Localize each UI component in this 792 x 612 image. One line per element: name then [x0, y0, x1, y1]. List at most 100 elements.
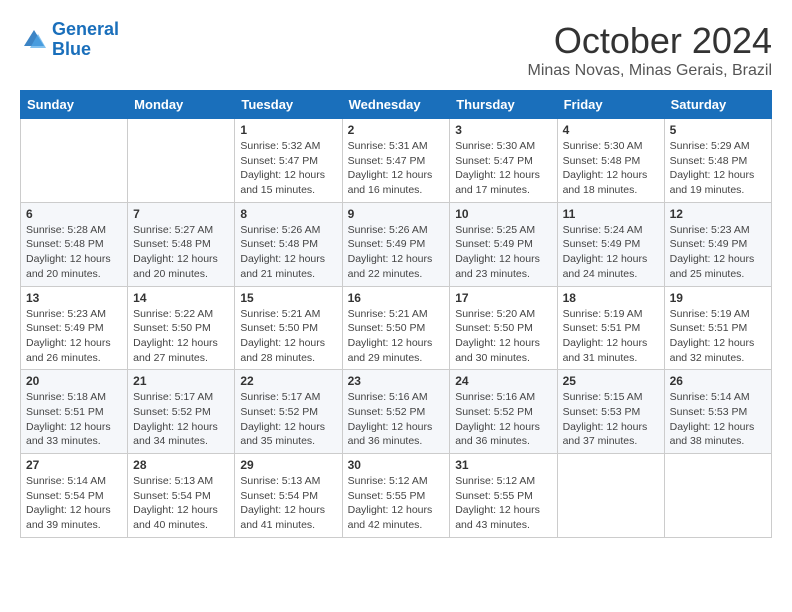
day-info: Sunrise: 5:13 AM Sunset: 5:54 PM Dayligh…	[240, 474, 336, 533]
calendar-cell: 7 Sunrise: 5:27 AM Sunset: 5:48 PM Daylig…	[128, 202, 235, 286]
day-info: Sunrise: 5:23 AM Sunset: 5:49 PM Dayligh…	[26, 307, 122, 366]
day-info: Sunrise: 5:26 AM Sunset: 5:49 PM Dayligh…	[348, 223, 445, 282]
day-number: 17	[455, 291, 551, 305]
calendar-cell: 27Sunrise: 5:14 AM Sunset: 5:54 PM Dayli…	[21, 454, 128, 538]
calendar-table: SundayMondayTuesdayWednesdayThursdayFrid…	[20, 90, 772, 538]
day-info: Sunrise: 5:12 AM Sunset: 5:55 PM Dayligh…	[348, 474, 445, 533]
calendar-cell: 21 Sunrise: 5:17 AM Sunset: 5:52 PM Dayli…	[128, 370, 235, 454]
day-number: 19	[670, 291, 766, 305]
day-info: Sunrise: 5:32 AM Sunset: 5:47 PM Dayligh…	[240, 139, 336, 198]
calendar-cell: 12 Sunrise: 5:23 AM Sunset: 5:49 PM Dayli…	[664, 202, 771, 286]
calendar-cell: 3 Sunrise: 5:30 AM Sunset: 5:47 PM Daylig…	[450, 119, 557, 203]
day-number: 4	[563, 123, 659, 137]
calendar-cell: 19 Sunrise: 5:19 AM Sunset: 5:51 PM Dayli…	[664, 286, 771, 370]
calendar-week-row: 20 Sunrise: 5:18 AM Sunset: 5:51 PM Dayli…	[21, 370, 772, 454]
day-number: 6	[26, 207, 122, 221]
logo: General Blue	[20, 20, 119, 60]
column-header-saturday: Saturday	[664, 91, 771, 119]
day-info: Sunrise: 5:12 AM Sunset: 5:55 PM Dayligh…	[455, 474, 551, 533]
day-info: Sunrise: 5:31 AM Sunset: 5:47 PM Dayligh…	[348, 139, 445, 198]
calendar-cell: 14Sunrise: 5:22 AM Sunset: 5:50 PM Dayli…	[128, 286, 235, 370]
calendar-week-row: 6 Sunrise: 5:28 AM Sunset: 5:48 PM Daylig…	[21, 202, 772, 286]
calendar-cell: 5 Sunrise: 5:29 AM Sunset: 5:48 PM Daylig…	[664, 119, 771, 203]
calendar-cell: 8 Sunrise: 5:26 AM Sunset: 5:48 PM Daylig…	[235, 202, 342, 286]
day-number: 12	[670, 207, 766, 221]
day-number: 18	[563, 291, 659, 305]
day-info: Sunrise: 5:19 AM Sunset: 5:51 PM Dayligh…	[670, 307, 766, 366]
logo-line2: Blue	[52, 39, 91, 59]
calendar-cell: 26 Sunrise: 5:14 AM Sunset: 5:53 PM Dayli…	[664, 370, 771, 454]
day-info: Sunrise: 5:26 AM Sunset: 5:48 PM Dayligh…	[240, 223, 336, 282]
column-header-wednesday: Wednesday	[342, 91, 450, 119]
calendar-header-row: SundayMondayTuesdayWednesdayThursdayFrid…	[21, 91, 772, 119]
day-info: Sunrise: 5:21 AM Sunset: 5:50 PM Dayligh…	[348, 307, 445, 366]
day-number: 3	[455, 123, 551, 137]
calendar-cell: 28Sunrise: 5:13 AM Sunset: 5:54 PM Dayli…	[128, 454, 235, 538]
day-number: 30	[348, 458, 445, 472]
logo-line1: General	[52, 19, 119, 39]
column-header-thursday: Thursday	[450, 91, 557, 119]
day-number: 26	[670, 374, 766, 388]
day-number: 8	[240, 207, 336, 221]
day-info: Sunrise: 5:15 AM Sunset: 5:53 PM Dayligh…	[563, 390, 659, 449]
day-number: 20	[26, 374, 122, 388]
day-info: Sunrise: 5:17 AM Sunset: 5:52 PM Dayligh…	[240, 390, 336, 449]
calendar-cell: 30 Sunrise: 5:12 AM Sunset: 5:55 PM Dayli…	[342, 454, 450, 538]
column-header-monday: Monday	[128, 91, 235, 119]
day-number: 15	[240, 291, 336, 305]
day-number: 14	[133, 291, 229, 305]
day-info: Sunrise: 5:24 AM Sunset: 5:49 PM Dayligh…	[563, 223, 659, 282]
calendar-cell: 22 Sunrise: 5:17 AM Sunset: 5:52 PM Dayli…	[235, 370, 342, 454]
day-info: Sunrise: 5:16 AM Sunset: 5:52 PM Dayligh…	[455, 390, 551, 449]
day-number: 24	[455, 374, 551, 388]
day-number: 1	[240, 123, 336, 137]
calendar-cell: 25 Sunrise: 5:15 AM Sunset: 5:53 PM Dayli…	[557, 370, 664, 454]
day-info: Sunrise: 5:20 AM Sunset: 5:50 PM Dayligh…	[455, 307, 551, 366]
calendar-cell: 2Sunrise: 5:31 AM Sunset: 5:47 PM Daylig…	[342, 119, 450, 203]
calendar-cell: 18 Sunrise: 5:19 AM Sunset: 5:51 PM Dayli…	[557, 286, 664, 370]
calendar-cell: 17 Sunrise: 5:20 AM Sunset: 5:50 PM Dayli…	[450, 286, 557, 370]
calendar-cell: 10Sunrise: 5:25 AM Sunset: 5:49 PM Dayli…	[450, 202, 557, 286]
day-info: Sunrise: 5:23 AM Sunset: 5:49 PM Dayligh…	[670, 223, 766, 282]
logo-text: General Blue	[52, 20, 119, 60]
day-number: 22	[240, 374, 336, 388]
main-title: October 2024	[527, 20, 772, 62]
day-number: 29	[240, 458, 336, 472]
day-number: 16	[348, 291, 445, 305]
day-number: 25	[563, 374, 659, 388]
calendar-cell	[128, 119, 235, 203]
day-info: Sunrise: 5:27 AM Sunset: 5:48 PM Dayligh…	[133, 223, 229, 282]
column-header-sunday: Sunday	[21, 91, 128, 119]
day-info: Sunrise: 5:30 AM Sunset: 5:48 PM Dayligh…	[563, 139, 659, 198]
day-number: 31	[455, 458, 551, 472]
calendar-cell: 20 Sunrise: 5:18 AM Sunset: 5:51 PM Dayli…	[21, 370, 128, 454]
calendar-cell: 16 Sunrise: 5:21 AM Sunset: 5:50 PM Dayli…	[342, 286, 450, 370]
day-info: Sunrise: 5:19 AM Sunset: 5:51 PM Dayligh…	[563, 307, 659, 366]
calendar-week-row: 1 Sunrise: 5:32 AM Sunset: 5:47 PM Daylig…	[21, 119, 772, 203]
day-number: 7	[133, 207, 229, 221]
day-info: Sunrise: 5:25 AM Sunset: 5:49 PM Dayligh…	[455, 223, 551, 282]
day-number: 5	[670, 123, 766, 137]
day-info: Sunrise: 5:30 AM Sunset: 5:47 PM Dayligh…	[455, 139, 551, 198]
day-number: 21	[133, 374, 229, 388]
day-info: Sunrise: 5:17 AM Sunset: 5:52 PM Dayligh…	[133, 390, 229, 449]
day-number: 23	[348, 374, 445, 388]
calendar-week-row: 13Sunrise: 5:23 AM Sunset: 5:49 PM Dayli…	[21, 286, 772, 370]
subtitle: Minas Novas, Minas Gerais, Brazil	[527, 62, 772, 80]
day-info: Sunrise: 5:29 AM Sunset: 5:48 PM Dayligh…	[670, 139, 766, 198]
day-info: Sunrise: 5:28 AM Sunset: 5:48 PM Dayligh…	[26, 223, 122, 282]
calendar-cell: 1 Sunrise: 5:32 AM Sunset: 5:47 PM Daylig…	[235, 119, 342, 203]
calendar-cell: 13Sunrise: 5:23 AM Sunset: 5:49 PM Dayli…	[21, 286, 128, 370]
logo-icon	[20, 26, 48, 54]
calendar-cell: 24 Sunrise: 5:16 AM Sunset: 5:52 PM Dayli…	[450, 370, 557, 454]
day-info: Sunrise: 5:13 AM Sunset: 5:54 PM Dayligh…	[133, 474, 229, 533]
day-info: Sunrise: 5:14 AM Sunset: 5:53 PM Dayligh…	[670, 390, 766, 449]
calendar-cell: 23 Sunrise: 5:16 AM Sunset: 5:52 PM Dayli…	[342, 370, 450, 454]
day-info: Sunrise: 5:16 AM Sunset: 5:52 PM Dayligh…	[348, 390, 445, 449]
calendar-week-row: 27Sunrise: 5:14 AM Sunset: 5:54 PM Dayli…	[21, 454, 772, 538]
column-header-friday: Friday	[557, 91, 664, 119]
calendar-cell: 15Sunrise: 5:21 AM Sunset: 5:50 PM Dayli…	[235, 286, 342, 370]
column-header-tuesday: Tuesday	[235, 91, 342, 119]
day-info: Sunrise: 5:18 AM Sunset: 5:51 PM Dayligh…	[26, 390, 122, 449]
calendar-cell: 31 Sunrise: 5:12 AM Sunset: 5:55 PM Dayli…	[450, 454, 557, 538]
